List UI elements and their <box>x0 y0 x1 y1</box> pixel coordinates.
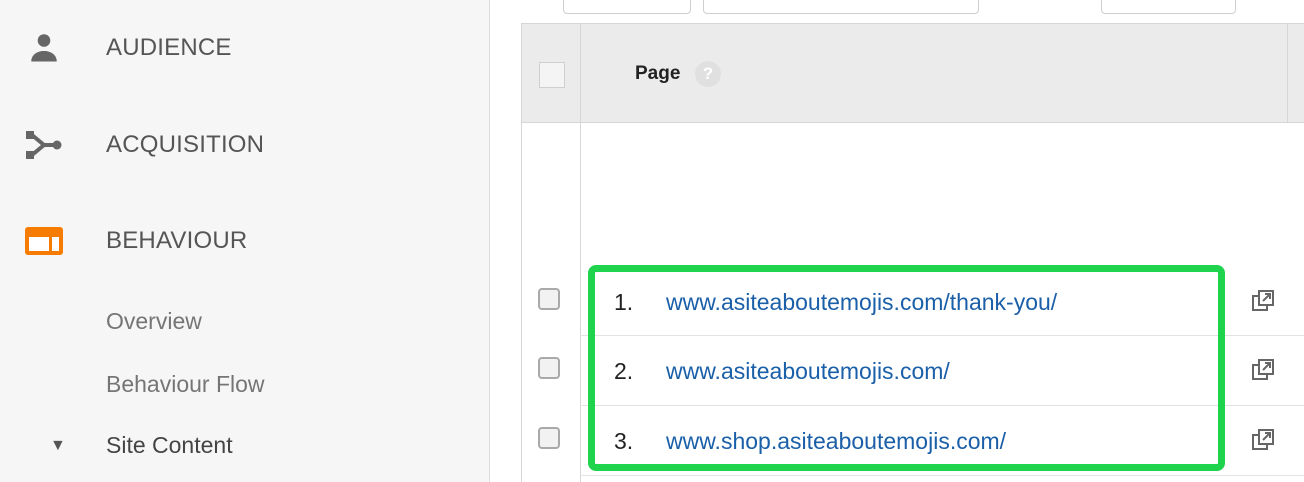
person-icon <box>24 28 64 68</box>
open-external-icon[interactable] <box>1251 428 1275 452</box>
nav-label-audience: AUDIENCE <box>106 34 232 61</box>
nav-item-audience[interactable]: AUDIENCE <box>0 18 490 78</box>
page-column-header[interactable]: Page <box>635 63 680 85</box>
row-checkbox[interactable] <box>538 357 560 379</box>
toolbar-button-3[interactable] <box>1101 0 1236 14</box>
sidebar: AUDIENCE ACQUISITION BEHAVIOUR Overview … <box>0 0 490 482</box>
table-header: Page ? <box>522 24 1304 123</box>
toolbar-button-2[interactable] <box>703 0 979 14</box>
header-right-cell <box>1287 24 1304 123</box>
caret-down-icon: ▼ <box>50 436 66 454</box>
help-icon[interactable]: ? <box>695 61 721 87</box>
select-all-checkbox[interactable] <box>539 62 565 88</box>
acquisition-icon <box>24 125 64 165</box>
row-index: 1. <box>614 289 634 315</box>
open-external-icon[interactable] <box>1251 289 1275 313</box>
page-link[interactable]: www.asiteaboutemojis.com/thank-you/ <box>666 289 1057 316</box>
row-index: 2. <box>614 358 634 384</box>
nav-item-behaviour[interactable]: BEHAVIOUR <box>0 211 490 271</box>
open-external-icon[interactable] <box>1251 358 1275 382</box>
toolbar-button-1[interactable] <box>563 0 691 14</box>
data-table: Page ? 1. www.asiteaboutemojis.com/thank… <box>521 23 1304 482</box>
row-index: 3. <box>614 428 634 454</box>
page-link[interactable]: www.shop.asiteaboutemojis.com/ <box>666 428 1006 455</box>
nav-sub-behaviour-flow[interactable]: Behaviour Flow <box>106 371 265 398</box>
table-row: 3. www.shop.asiteaboutemojis.com/ <box>522 406 1304 474</box>
nav-label-acquisition: ACQUISITION <box>106 131 265 158</box>
nav-item-acquisition[interactable]: ACQUISITION <box>0 115 490 175</box>
row-checkbox[interactable] <box>538 288 560 310</box>
row-divider <box>580 475 1304 476</box>
site-content-label: Site Content <box>106 432 233 458</box>
main-content: Page ? 1. www.asiteaboutemojis.com/thank… <box>491 0 1304 482</box>
table-row: 1. www.asiteaboutemojis.com/thank-you/ <box>522 267 1304 335</box>
behaviour-icon <box>24 221 64 261</box>
nav-sub-overview[interactable]: Overview <box>106 308 202 335</box>
nav-label-behaviour: BEHAVIOUR <box>106 227 248 254</box>
nav-sub-site-content[interactable]: ▼ Site Content <box>50 432 233 459</box>
table-row: 2. www.asiteaboutemojis.com/ <box>522 336 1304 404</box>
page-link[interactable]: www.asiteaboutemojis.com/ <box>666 358 950 385</box>
row-checkbox[interactable] <box>538 427 560 449</box>
